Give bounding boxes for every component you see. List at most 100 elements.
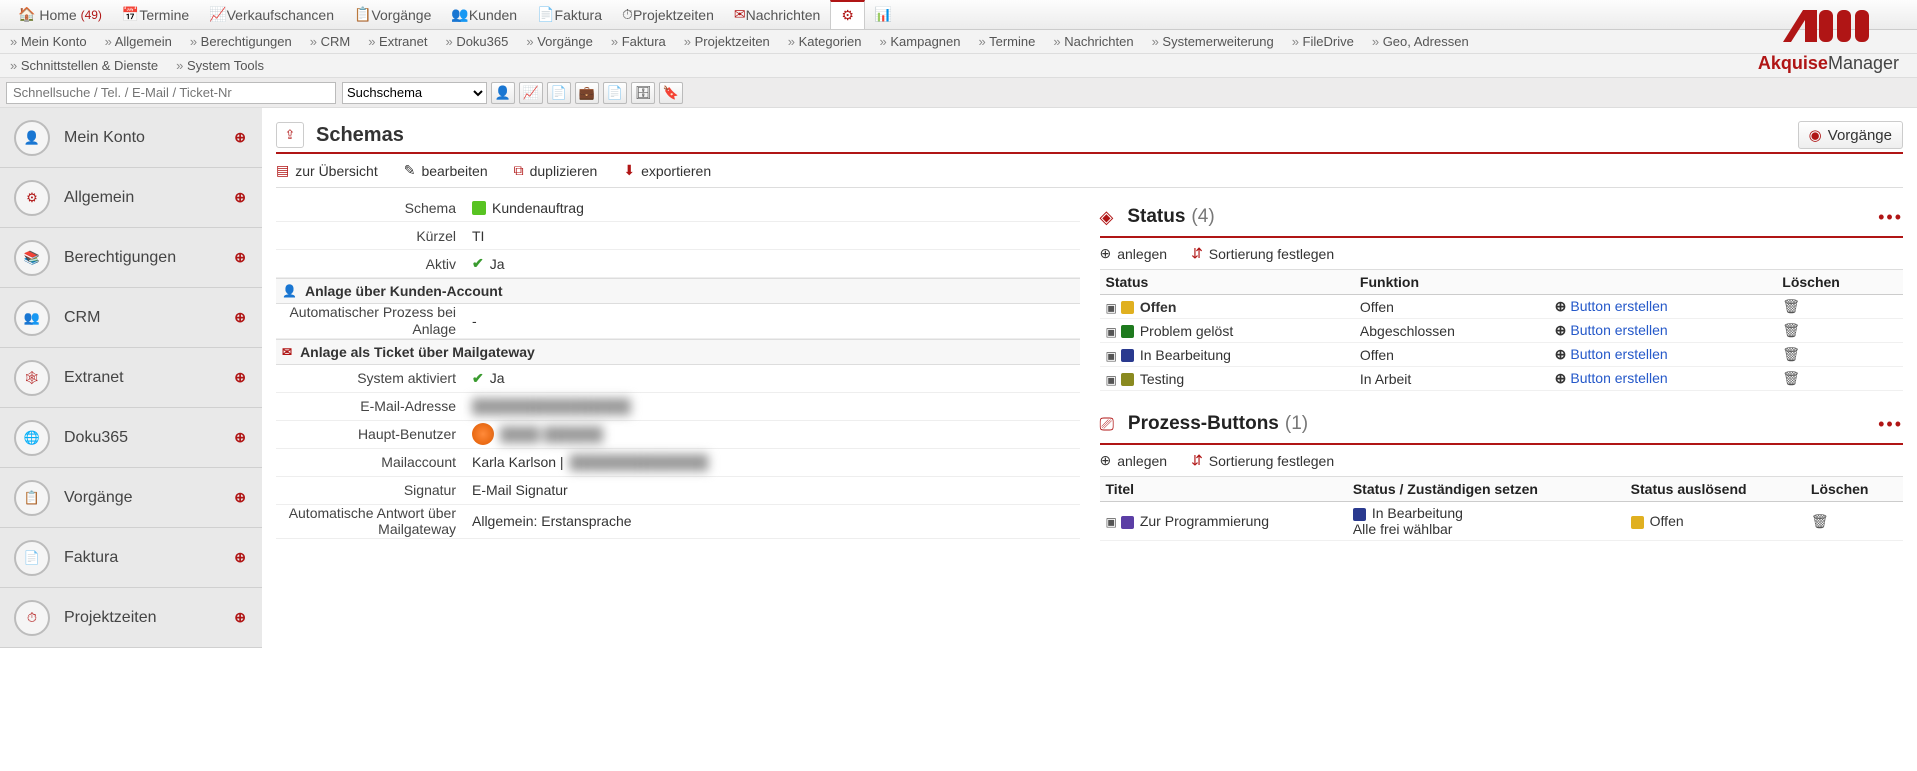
subnav-link[interactable]: Faktura: [611, 34, 666, 49]
subnav-link[interactable]: System Tools: [176, 58, 264, 73]
action-overview[interactable]: ▤zur Übersicht: [276, 162, 378, 179]
toolbar-archive-icon[interactable]: 🗄: [631, 82, 655, 104]
trash-icon[interactable]: 🗑: [1782, 370, 1800, 386]
subnav-link[interactable]: Extranet: [368, 34, 427, 49]
create-button-link[interactable]: Button erstellen: [1570, 346, 1667, 362]
hauptbenutzer-value: ████ ██████: [500, 426, 603, 442]
expand-icon[interactable]: ⊕: [234, 309, 246, 326]
sidebar-item[interactable]: 🌐Doku365⊕: [0, 408, 262, 468]
sort-icon: ⇵: [1191, 452, 1203, 469]
expand-icon[interactable]: ⊕: [234, 489, 246, 506]
sidebar-item[interactable]: 📚Berechtigungen⊕: [0, 228, 262, 288]
sz-value: In Bearbeitung: [1372, 505, 1463, 521]
aktiv-label: Aktiv: [276, 256, 466, 272]
sidebar-icon: 🌐: [14, 420, 50, 456]
nav-faktura[interactable]: 📄Faktura: [527, 0, 612, 29]
expand-icon[interactable]: ⊕: [234, 369, 246, 386]
subnav-link[interactable]: Nachrichten: [1053, 34, 1133, 49]
status-row[interactable]: ▣Problem gelöstAbgeschlossen⊕Button erst…: [1100, 319, 1904, 343]
nav-verkaufschancen[interactable]: 📈Verkaufschancen: [199, 0, 344, 29]
toolbar-bookmark-icon[interactable]: 🔖: [659, 82, 683, 104]
toolbar-chart-icon[interactable]: 📈: [519, 82, 543, 104]
expand-icon[interactable]: ⊕: [234, 129, 246, 146]
create-button-link[interactable]: Button erstellen: [1570, 298, 1667, 314]
invoice-icon: 📄: [537, 6, 554, 23]
prozess-menu-icon[interactable]: •••: [1878, 414, 1903, 435]
status-row[interactable]: ▣In BearbeitungOffen⊕Button erstellen🗑: [1100, 343, 1904, 367]
vorgaenge-button[interactable]: Vorgänge: [1798, 121, 1903, 149]
status-menu-icon[interactable]: •••: [1878, 207, 1903, 228]
subnav-link[interactable]: Systemerweiterung: [1152, 34, 1274, 49]
prozess-row[interactable]: ▣Zur ProgrammierungIn BearbeitungAlle fr…: [1100, 502, 1904, 541]
status-actions: ⊕anlegen ⇵Sortierung festlegen: [1100, 238, 1904, 270]
nav-projektzeiten[interactable]: ⏱Projektzeiten: [612, 0, 724, 29]
action-export[interactable]: ⬇exportieren: [623, 162, 711, 179]
quick-search-input[interactable]: [6, 82, 336, 104]
action-edit[interactable]: ✎bearbeiten: [404, 162, 488, 179]
subnav-link[interactable]: CRM: [310, 34, 350, 49]
subnav-link[interactable]: Doku365: [445, 34, 508, 49]
trash-icon[interactable]: 🗑: [1782, 298, 1800, 314]
create-button-link[interactable]: Button erstellen: [1570, 322, 1667, 338]
status-icon: ◈: [1100, 207, 1114, 228]
subnav-link[interactable]: Mein Konto: [10, 34, 87, 49]
nav-nachrichten[interactable]: ✉Nachrichten: [724, 0, 830, 29]
toolbar-briefcase-icon[interactable]: 💼: [575, 82, 599, 104]
search-schema-select[interactable]: Suchschema: [342, 82, 487, 104]
create-button-link[interactable]: Button erstellen: [1570, 370, 1667, 386]
nav-settings[interactable]: ⚙: [830, 0, 865, 29]
subnav-link[interactable]: Vorgänge: [526, 34, 593, 49]
prozess-count: (1): [1285, 413, 1308, 435]
prozess-sort-button[interactable]: ⇵Sortierung festlegen: [1191, 452, 1334, 469]
expand-icon[interactable]: ⊕: [234, 609, 246, 626]
expand-icon[interactable]: ⊕: [234, 549, 246, 566]
status-color-chip: [1121, 349, 1134, 362]
sidebar-item[interactable]: 🕸Extranet⊕: [0, 348, 262, 408]
subnav-link[interactable]: Kampagnen: [880, 34, 961, 49]
nav-home[interactable]: 🏠 Home (49): [8, 0, 112, 29]
sidebar-item[interactable]: ⚙Allgemein⊕: [0, 168, 262, 228]
sidebar: 👤Mein Konto⊕⚙Allgemein⊕📚Berechtigungen⊕👥…: [0, 108, 262, 648]
nav-stats[interactable]: 📊: [865, 0, 902, 29]
action-duplicate[interactable]: ⧉duplizieren: [514, 162, 598, 179]
sidebar-item[interactable]: ⏱Projektzeiten⊕: [0, 588, 262, 648]
trash-icon[interactable]: 🗑: [1811, 513, 1829, 529]
sidebar-item[interactable]: 👥CRM⊕: [0, 288, 262, 348]
trash-icon[interactable]: 🗑: [1782, 346, 1800, 362]
subnav-link[interactable]: Berechtigungen: [190, 34, 292, 49]
mailaccount-blur: ██████████████: [570, 454, 709, 470]
status-sort-button[interactable]: ⇵Sortierung festlegen: [1191, 245, 1334, 262]
toolbar-doc-icon[interactable]: 📄: [547, 82, 571, 104]
prozess-actions: ⊕anlegen ⇵Sortierung festlegen: [1100, 445, 1904, 477]
sidebar-icon: 📄: [14, 540, 50, 576]
prozess-color-chip: [1121, 516, 1134, 529]
sidebar-item[interactable]: 📋Vorgänge⊕: [0, 468, 262, 528]
trash-icon[interactable]: 🗑: [1782, 322, 1800, 338]
doc-icon: ▣: [1106, 515, 1117, 529]
status-new-button[interactable]: ⊕anlegen: [1100, 245, 1168, 262]
status-row[interactable]: ▣TestingIn Arbeit⊕Button erstellen🗑: [1100, 367, 1904, 391]
subnav-link[interactable]: Geo, Adressen: [1372, 34, 1469, 49]
kuerzel-value: TI: [466, 228, 1080, 244]
toolbar-user-icon[interactable]: 👤: [491, 82, 515, 104]
pencil-icon: ✎: [404, 162, 416, 179]
expand-icon[interactable]: ⊕: [234, 429, 246, 446]
subnav-link[interactable]: Projektzeiten: [684, 34, 770, 49]
toolbar-file-icon[interactable]: 📄: [603, 82, 627, 104]
nav-vorgaenge[interactable]: 📋Vorgänge: [344, 0, 441, 29]
expand-icon[interactable]: ⊕: [234, 249, 246, 266]
sidebar-item[interactable]: 📄Faktura⊕: [0, 528, 262, 588]
subnav-link[interactable]: Kategorien: [788, 34, 862, 49]
subnav-link[interactable]: Termine: [979, 34, 1036, 49]
nav-termine[interactable]: 📅Termine: [112, 0, 199, 29]
status-funktion: In Arbeit: [1354, 367, 1549, 391]
subnav-link[interactable]: Schnittstellen & Dienste: [10, 58, 158, 73]
sidebar-item[interactable]: 👤Mein Konto⊕: [0, 108, 262, 168]
auto-value: -: [466, 313, 1080, 329]
expand-icon[interactable]: ⊕: [234, 189, 246, 206]
nav-kunden[interactable]: 👥Kunden: [441, 0, 527, 29]
subnav-link[interactable]: Allgemein: [105, 34, 172, 49]
prozess-new-button[interactable]: ⊕anlegen: [1100, 452, 1168, 469]
subnav-link[interactable]: FileDrive: [1292, 34, 1354, 49]
status-row[interactable]: ▣OffenOffen⊕Button erstellen🗑: [1100, 295, 1904, 319]
